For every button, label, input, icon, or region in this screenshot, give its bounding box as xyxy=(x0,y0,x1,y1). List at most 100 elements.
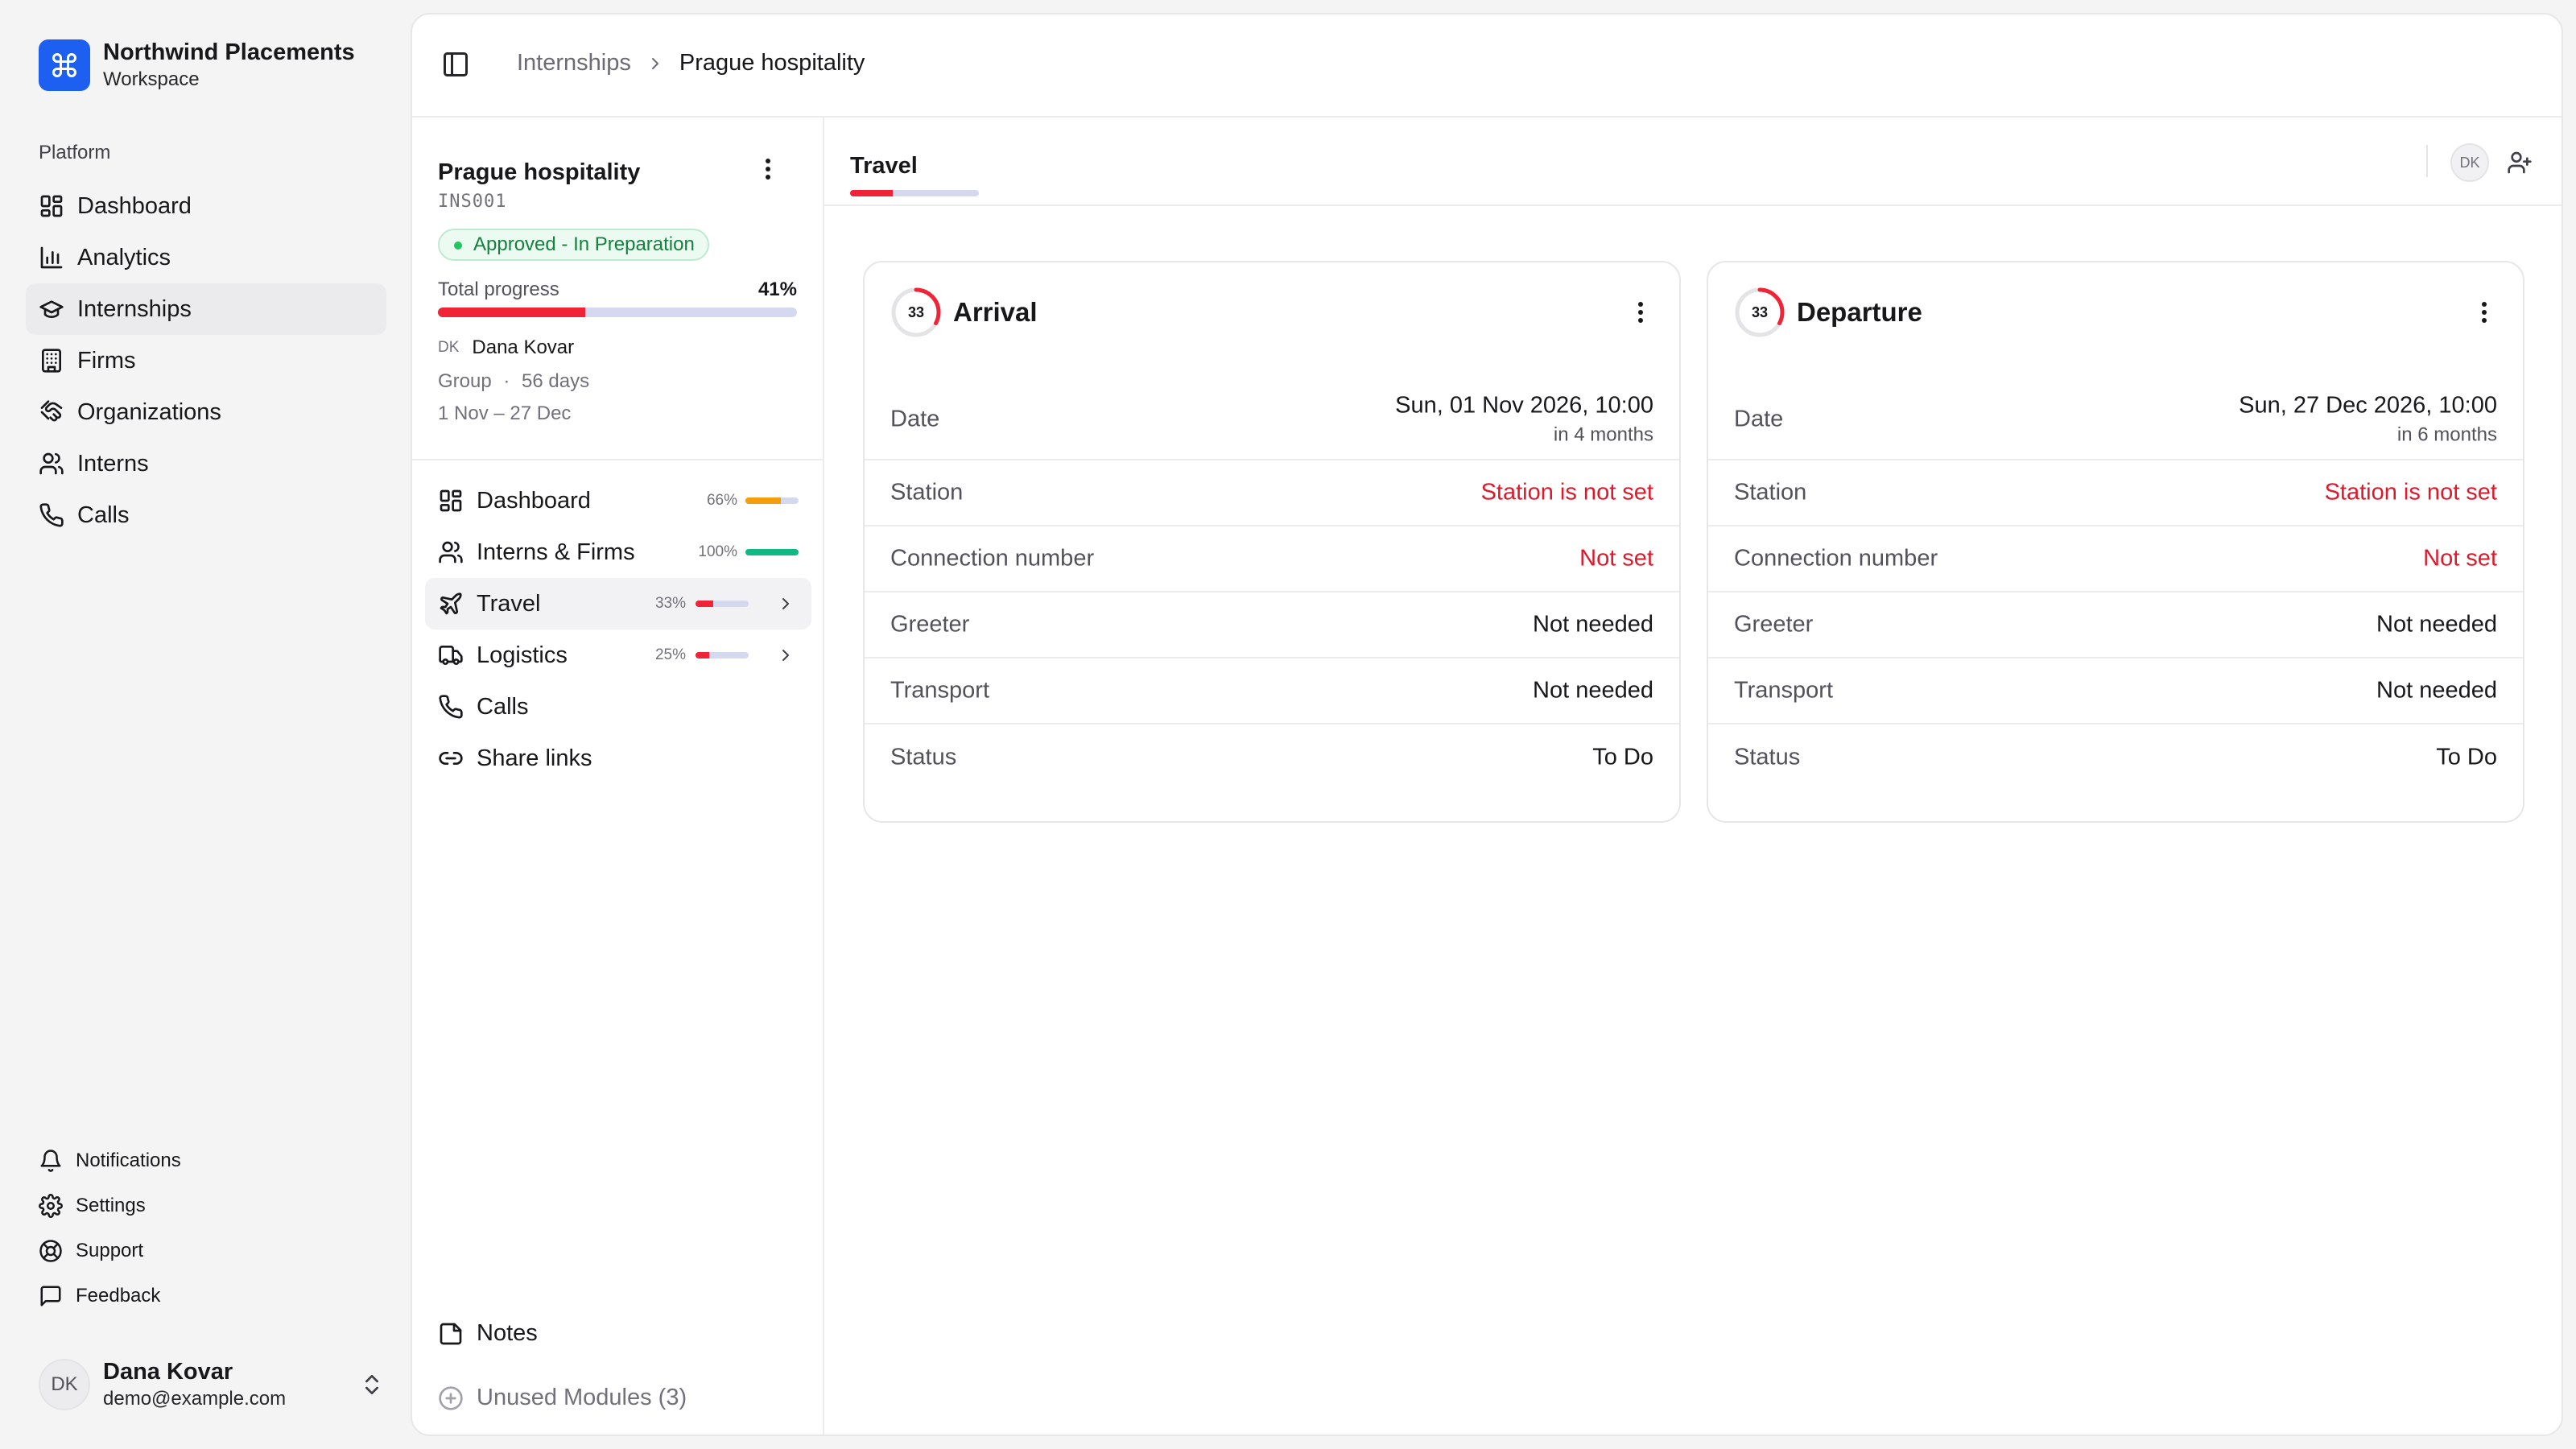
sidebar-item-interns[interactable]: Interns xyxy=(26,438,386,489)
detail-row-transport[interactable]: Transport Not needed xyxy=(865,658,1679,724)
detail-row-date[interactable]: Date Sun, 27 Dec 2026, 10:00 in 6 months xyxy=(1708,380,2523,460)
sidebar-item-label: Calls xyxy=(77,502,130,528)
row-label: Greeter xyxy=(890,611,970,638)
sidebar-item-calls[interactable]: Calls xyxy=(26,489,386,541)
sidebar-item-firms[interactable]: Firms xyxy=(26,335,386,386)
divider xyxy=(412,459,823,460)
chevron-right-icon[interactable] xyxy=(776,594,795,613)
chevron-right-icon[interactable] xyxy=(776,646,795,665)
row-value: Station is not set xyxy=(1480,479,1653,506)
sidebar-item-label: Feedback xyxy=(76,1285,161,1307)
progress-ring: 33 xyxy=(1734,287,1785,338)
sidebar-item-label: Firms xyxy=(77,347,136,374)
sidebar-item-label: Settings xyxy=(76,1195,146,1216)
progress-ring: 33 xyxy=(890,287,942,338)
app-sidebar: Northwind Placements Workspace Platform … xyxy=(0,0,411,1449)
module-item-share-links[interactable]: Share links xyxy=(425,733,811,784)
progress-fill xyxy=(696,652,709,658)
internship-type: Group xyxy=(438,370,492,392)
sidebar-item-settings[interactable]: Settings xyxy=(26,1183,386,1228)
card-title: Departure xyxy=(1797,297,1922,327)
truck-icon xyxy=(438,642,464,668)
module-label: Share links xyxy=(477,745,592,771)
sidebar-item-notifications[interactable]: Notifications xyxy=(26,1138,386,1183)
internship-date-range: 1 Nov – 27 Dec xyxy=(438,402,572,424)
sidebar-item-dashboard[interactable]: Dashboard xyxy=(26,180,386,232)
users-icon xyxy=(438,539,464,565)
internship-meta: Group · 56 days xyxy=(438,370,589,393)
detail-row-status[interactable]: Status To Do xyxy=(865,724,1679,791)
row-label: Transport xyxy=(1734,677,1834,704)
sidebar-item-feedback[interactable]: Feedback xyxy=(26,1274,386,1319)
module-progress-bar xyxy=(696,601,749,607)
progress-value: 41% xyxy=(758,279,797,300)
avatar: DK xyxy=(39,1359,90,1410)
module-item-dashboard[interactable]: Dashboard 66% xyxy=(425,475,811,526)
owner-name: Dana Kovar xyxy=(472,336,575,358)
module-progress-bar xyxy=(745,497,799,504)
more-vertical-icon[interactable] xyxy=(1628,298,1653,327)
phone-icon xyxy=(39,502,64,528)
travel-module: Travel DK 33 Arrival Date Sun, 01 Nov 20… xyxy=(824,118,2562,1435)
detail-row-greeter[interactable]: Greeter Not needed xyxy=(1708,592,2523,658)
bell-icon xyxy=(39,1149,63,1173)
sidebar-toggle-icon[interactable] xyxy=(441,50,470,79)
more-vertical-icon[interactable] xyxy=(750,151,786,187)
progress-label: Total progress xyxy=(438,279,559,300)
owner: DK Dana Kovar xyxy=(438,336,574,359)
module-percent: 100% xyxy=(698,543,737,560)
sidebar-item-internships[interactable]: Internships xyxy=(26,283,386,335)
sidebar-item-organizations[interactable]: Organizations xyxy=(26,386,386,438)
row-label: Station xyxy=(1734,479,1807,506)
detail-row-transport[interactable]: Transport Not needed xyxy=(1708,658,2523,724)
detail-row-station[interactable]: Station Station is not set xyxy=(865,460,1679,526)
detail-row-connection-number[interactable]: Connection number Not set xyxy=(865,526,1679,592)
row-value: Not needed xyxy=(1533,611,1653,638)
sidebar-item-support[interactable]: Support xyxy=(26,1228,386,1274)
module-label: Calls xyxy=(477,693,529,720)
detail-row-connection-number[interactable]: Connection number Not set xyxy=(1708,526,2523,592)
sidebar-item-label: Notifications xyxy=(76,1150,181,1171)
module-label: Interns & Firms xyxy=(477,539,635,565)
breadcrumb-link-internships[interactable]: Internships xyxy=(517,50,631,76)
module-item-interns-firms[interactable]: Interns & Firms 100% xyxy=(425,526,811,578)
module-item-travel[interactable]: Travel 33% xyxy=(425,578,811,630)
internship-code: INS001 xyxy=(438,192,507,212)
unused-modules-button[interactable]: Unused Modules (3) xyxy=(438,1385,687,1411)
row-value: Sun, 01 Nov 2026, 10:00 in 4 months xyxy=(1395,393,1653,447)
row-label: Connection number xyxy=(890,545,1095,572)
module-progress-bar xyxy=(745,549,799,555)
secondary-nav: Notifications Settings Support Feedback xyxy=(26,1138,386,1319)
relative-date: in 4 months xyxy=(1553,423,1653,446)
more-vertical-icon[interactable] xyxy=(2471,298,2497,327)
building-icon xyxy=(39,348,64,374)
progress-fill xyxy=(850,190,893,196)
sticky-note-icon xyxy=(438,1321,464,1347)
detail-row-status[interactable]: Status To Do xyxy=(1708,724,2523,791)
dashboard-icon xyxy=(438,488,464,514)
detail-row-date[interactable]: Date Sun, 01 Nov 2026, 10:00 in 4 months xyxy=(865,380,1679,460)
detail-row-station[interactable]: Station Station is not set xyxy=(1708,460,2523,526)
workspace-switcher[interactable]: Northwind Placements Workspace xyxy=(39,39,355,92)
module-item-calls[interactable]: Calls xyxy=(425,681,811,733)
notes-label: Notes xyxy=(477,1320,538,1346)
progress-ring-value: 33 xyxy=(907,303,925,320)
sidebar-item-label: Internships xyxy=(77,295,192,322)
sidebar-item-analytics[interactable]: Analytics xyxy=(26,232,386,283)
row-label: Transport xyxy=(890,677,990,704)
notes-link[interactable]: Notes xyxy=(438,1320,538,1347)
detail-row-greeter[interactable]: Greeter Not needed xyxy=(865,592,1679,658)
owner-avatar: DK xyxy=(438,339,460,356)
module-item-logistics[interactable]: Logistics 25% xyxy=(425,630,811,681)
assignee-avatar[interactable]: DK xyxy=(2450,143,2489,182)
row-label: Status xyxy=(1734,744,1801,770)
user-menu[interactable]: DK Dana Kovar demo@example.com xyxy=(39,1357,385,1412)
user-email: demo@example.com xyxy=(103,1388,287,1410)
users-icon xyxy=(39,451,64,477)
user-plus-icon[interactable] xyxy=(2507,150,2533,175)
sidebar-item-label: Analytics xyxy=(77,244,171,270)
main-panel: Internships Prague hospitality Prague ho… xyxy=(411,13,2563,1436)
row-value: Not needed xyxy=(2376,611,2497,638)
row-label: Station xyxy=(890,479,964,506)
row-label: Date xyxy=(890,406,940,432)
